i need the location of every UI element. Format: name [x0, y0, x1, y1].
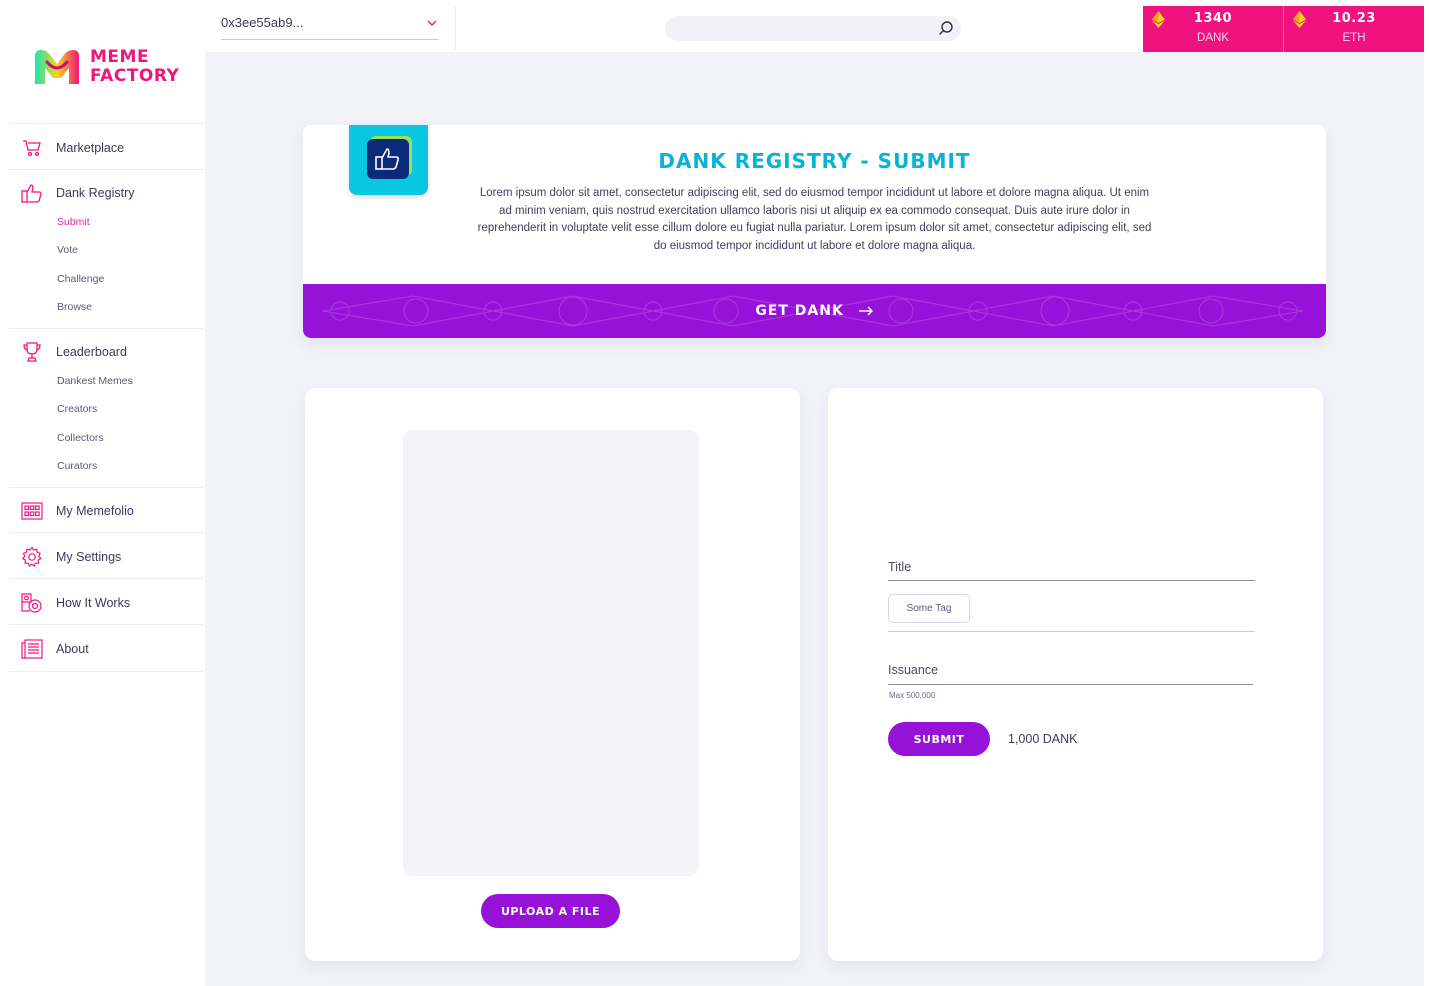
thumbs-up-icon: [20, 181, 44, 205]
nav-divider: [9, 624, 204, 625]
gears-icon: [20, 591, 44, 615]
account-select[interactable]: 0x3ee55ab9...: [221, 6, 439, 40]
top-bar: 0x3ee55ab9... 1340 DANK 10.23 ETH: [205, 0, 1429, 52]
nav-divider: [9, 123, 204, 124]
search-input[interactable]: [665, 16, 961, 41]
page-title: DANK REGISTRY - SUBMIT: [658, 149, 971, 173]
logo-mark-icon: [35, 50, 79, 84]
nav-my-memefolio-label: My Memefolio: [56, 504, 134, 518]
document-icon: [20, 637, 44, 661]
submit-button[interactable]: SUBMIT: [888, 722, 990, 756]
nav-my-memefolio[interactable]: My Memefolio: [20, 498, 200, 524]
submission-form-card: Title Some Tag Issuance Max 500,000 SUBM…: [828, 388, 1323, 961]
nav-divider: [9, 532, 204, 533]
nav-my-settings-label: My Settings: [56, 550, 122, 564]
get-dank-button[interactable]: GET DANK: [303, 303, 1326, 319]
sidebar: MEME FACTORY Marketplace Dank Registry S…: [0, 0, 205, 986]
logo-line-2: FACTORY: [90, 66, 180, 86]
nav-sub-submit[interactable]: Submit: [57, 216, 90, 228]
nav-about[interactable]: About: [20, 636, 200, 662]
nav-about-label: About: [56, 642, 89, 656]
title-field[interactable]: [888, 580, 1255, 581]
upload-card: UPLOAD A FILE: [305, 388, 800, 961]
get-dank-label: GET DANK: [755, 303, 844, 319]
nav-sub-creators[interactable]: Creators: [57, 403, 97, 415]
arrow-right-icon: [858, 304, 874, 320]
submission-price: 1,000 DANK: [1008, 732, 1078, 746]
title-field-label: Title: [888, 560, 912, 574]
nav-how-it-works-label: How It Works: [56, 596, 131, 610]
page-edge: [1424, 52, 1429, 986]
get-dank-banner[interactable]: GET DANK: [303, 284, 1326, 338]
nav-marketplace-label: Marketplace: [56, 141, 125, 155]
nav-dank-registry-label: Dank Registry: [56, 186, 135, 200]
nav-sub-dankest-memes[interactable]: Dankest Memes: [57, 375, 133, 387]
nav-divider: [9, 487, 204, 488]
file-preview-area[interactable]: [403, 430, 699, 876]
issuance-field-label: Issuance: [888, 663, 939, 677]
nav-sub-challenge[interactable]: Challenge: [57, 273, 104, 285]
balances-panel: 1340 DANK 10.23 ETH: [1143, 6, 1424, 52]
nav-divider: [9, 671, 204, 672]
eth-balance-unit: ETH: [1342, 32, 1366, 44]
nav-my-settings[interactable]: My Settings: [20, 544, 200, 570]
account-address: 0x3ee55ab9...: [221, 15, 304, 30]
registry-header-card: DANK REGISTRY - SUBMIT Lorem ipsum dolor…: [303, 125, 1326, 338]
gear-icon: [20, 545, 44, 569]
page-description: Lorem ipsum dolor sit amet, consectetur …: [477, 187, 1152, 252]
dank-balance-value: 1340: [1193, 11, 1233, 26]
issuance-field[interactable]: [888, 684, 1253, 685]
search-icon[interactable]: [937, 19, 955, 37]
main-content: DANK REGISTRY - SUBMIT Lorem ipsum dolor…: [205, 52, 1424, 986]
nav-leaderboard-label: Leaderboard: [56, 345, 127, 359]
nav-dank-registry[interactable]: Dank Registry: [20, 180, 200, 206]
dank-balance-unit: DANK: [1197, 32, 1229, 44]
dank-balance: 1340 DANK: [1143, 6, 1283, 52]
eth-balance-value: 10.23: [1332, 11, 1376, 26]
eth-balance: 10.23 ETH: [1283, 6, 1424, 52]
tags-field[interactable]: [888, 631, 1255, 632]
issuance-hint: Max 500,000: [889, 691, 936, 700]
logo-line-1: MEME: [90, 47, 150, 67]
chevron-down-icon: [427, 15, 437, 30]
nav-sub-browse[interactable]: Browse: [57, 301, 92, 313]
tag-chip[interactable]: Some Tag: [888, 594, 970, 623]
upload-file-button[interactable]: UPLOAD A FILE: [481, 894, 620, 928]
nav-sub-vote[interactable]: Vote: [57, 244, 78, 256]
nav-divider: [9, 578, 204, 579]
nav-sub-collectors[interactable]: Collectors: [57, 432, 104, 444]
topbar-divider: [455, 6, 456, 50]
cart-icon: [20, 136, 44, 160]
nav-how-it-works[interactable]: How It Works: [20, 590, 200, 616]
grid-icon: [20, 499, 44, 523]
meme-factory-logo[interactable]: MEME FACTORY: [33, 48, 183, 88]
nav-divider: [9, 328, 204, 329]
nav-leaderboard[interactable]: Leaderboard: [20, 339, 200, 365]
nav-divider: [9, 169, 204, 170]
nav-sub-curators[interactable]: Curators: [57, 460, 97, 472]
trophy-icon: [20, 340, 44, 364]
nav-marketplace[interactable]: Marketplace: [20, 135, 200, 161]
logo-text: MEME FACTORY: [90, 48, 179, 86]
